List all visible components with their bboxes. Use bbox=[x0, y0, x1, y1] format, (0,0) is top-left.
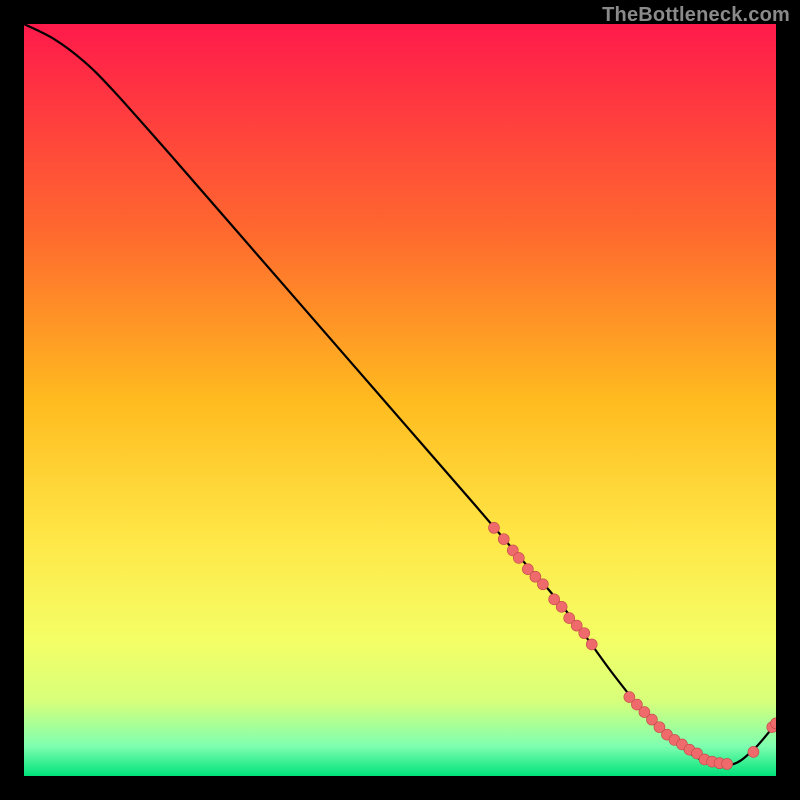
data-marker bbox=[722, 758, 733, 769]
gradient-background bbox=[24, 24, 776, 776]
data-marker bbox=[748, 746, 759, 757]
data-marker bbox=[556, 601, 567, 612]
data-marker bbox=[513, 552, 524, 563]
data-marker bbox=[537, 579, 548, 590]
chart-svg bbox=[24, 24, 776, 776]
plot-area bbox=[24, 24, 776, 776]
data-marker bbox=[579, 628, 590, 639]
data-marker bbox=[498, 534, 509, 545]
chart-stage: TheBottleneck.com bbox=[0, 0, 800, 800]
data-marker bbox=[586, 639, 597, 650]
data-marker bbox=[489, 522, 500, 533]
